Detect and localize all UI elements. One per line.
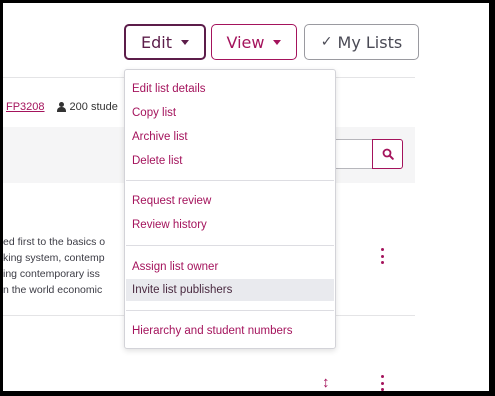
edit-button-label: Edit	[141, 32, 172, 52]
person-icon	[56, 102, 66, 112]
search-input[interactable]	[333, 139, 372, 169]
course-code-link[interactable]: FP3208	[6, 101, 45, 113]
caret-down-icon	[273, 40, 282, 45]
list-meta: FP3208 200 stude	[3, 101, 118, 113]
description-line: king system, contemp	[3, 252, 105, 264]
menu-item-edit-list-details[interactable]: Edit list details	[126, 78, 334, 100]
description-line: ing contemporary iss	[3, 268, 100, 280]
caret-down-icon	[180, 40, 189, 45]
student-count: 200 stude	[69, 101, 118, 113]
kebab-menu-icon[interactable]	[381, 248, 385, 264]
menu-item-delete-list[interactable]: Delete list	[126, 150, 334, 172]
menu-item-copy-list[interactable]: Copy list	[126, 102, 334, 124]
description-line: ed first to the basics o	[3, 236, 106, 248]
menu-item-hierarchy-student-numbers[interactable]: Hierarchy and student numbers	[126, 320, 334, 342]
my-lists-button[interactable]: ✓ My Lists	[304, 24, 419, 60]
my-lists-label: My Lists	[337, 32, 403, 52]
menu-item-request-review[interactable]: Request review	[126, 190, 334, 212]
view-button[interactable]: View	[211, 24, 297, 60]
list-description: ed first to the basics o king system, co…	[3, 234, 105, 298]
search-button[interactable]	[372, 139, 403, 169]
edit-button[interactable]: Edit	[124, 24, 206, 60]
menu-item-review-history[interactable]: Review history	[126, 214, 334, 236]
description-line: n the world economic	[3, 284, 103, 296]
menu-item-invite-list-publishers[interactable]: Invite list publishers	[126, 279, 334, 301]
checkmark-icon: ✓	[320, 34, 333, 50]
app-frame: Edit View ✓ My Lists FP3208 200 stude ed…	[3, 3, 489, 391]
menu-item-archive-list[interactable]: Archive list	[126, 126, 334, 148]
kebab-menu-icon[interactable]	[381, 375, 385, 391]
search-icon	[382, 148, 394, 160]
view-button-label: View	[226, 32, 265, 52]
edit-dropdown-menu: Edit list details Copy list Archive list…	[124, 69, 336, 349]
menu-divider	[126, 180, 334, 181]
menu-item-assign-list-owner[interactable]: Assign list owner	[126, 256, 334, 278]
menu-divider	[126, 310, 334, 311]
menu-divider	[126, 245, 334, 246]
sort-arrows-icon[interactable]: ↕	[322, 375, 330, 390]
